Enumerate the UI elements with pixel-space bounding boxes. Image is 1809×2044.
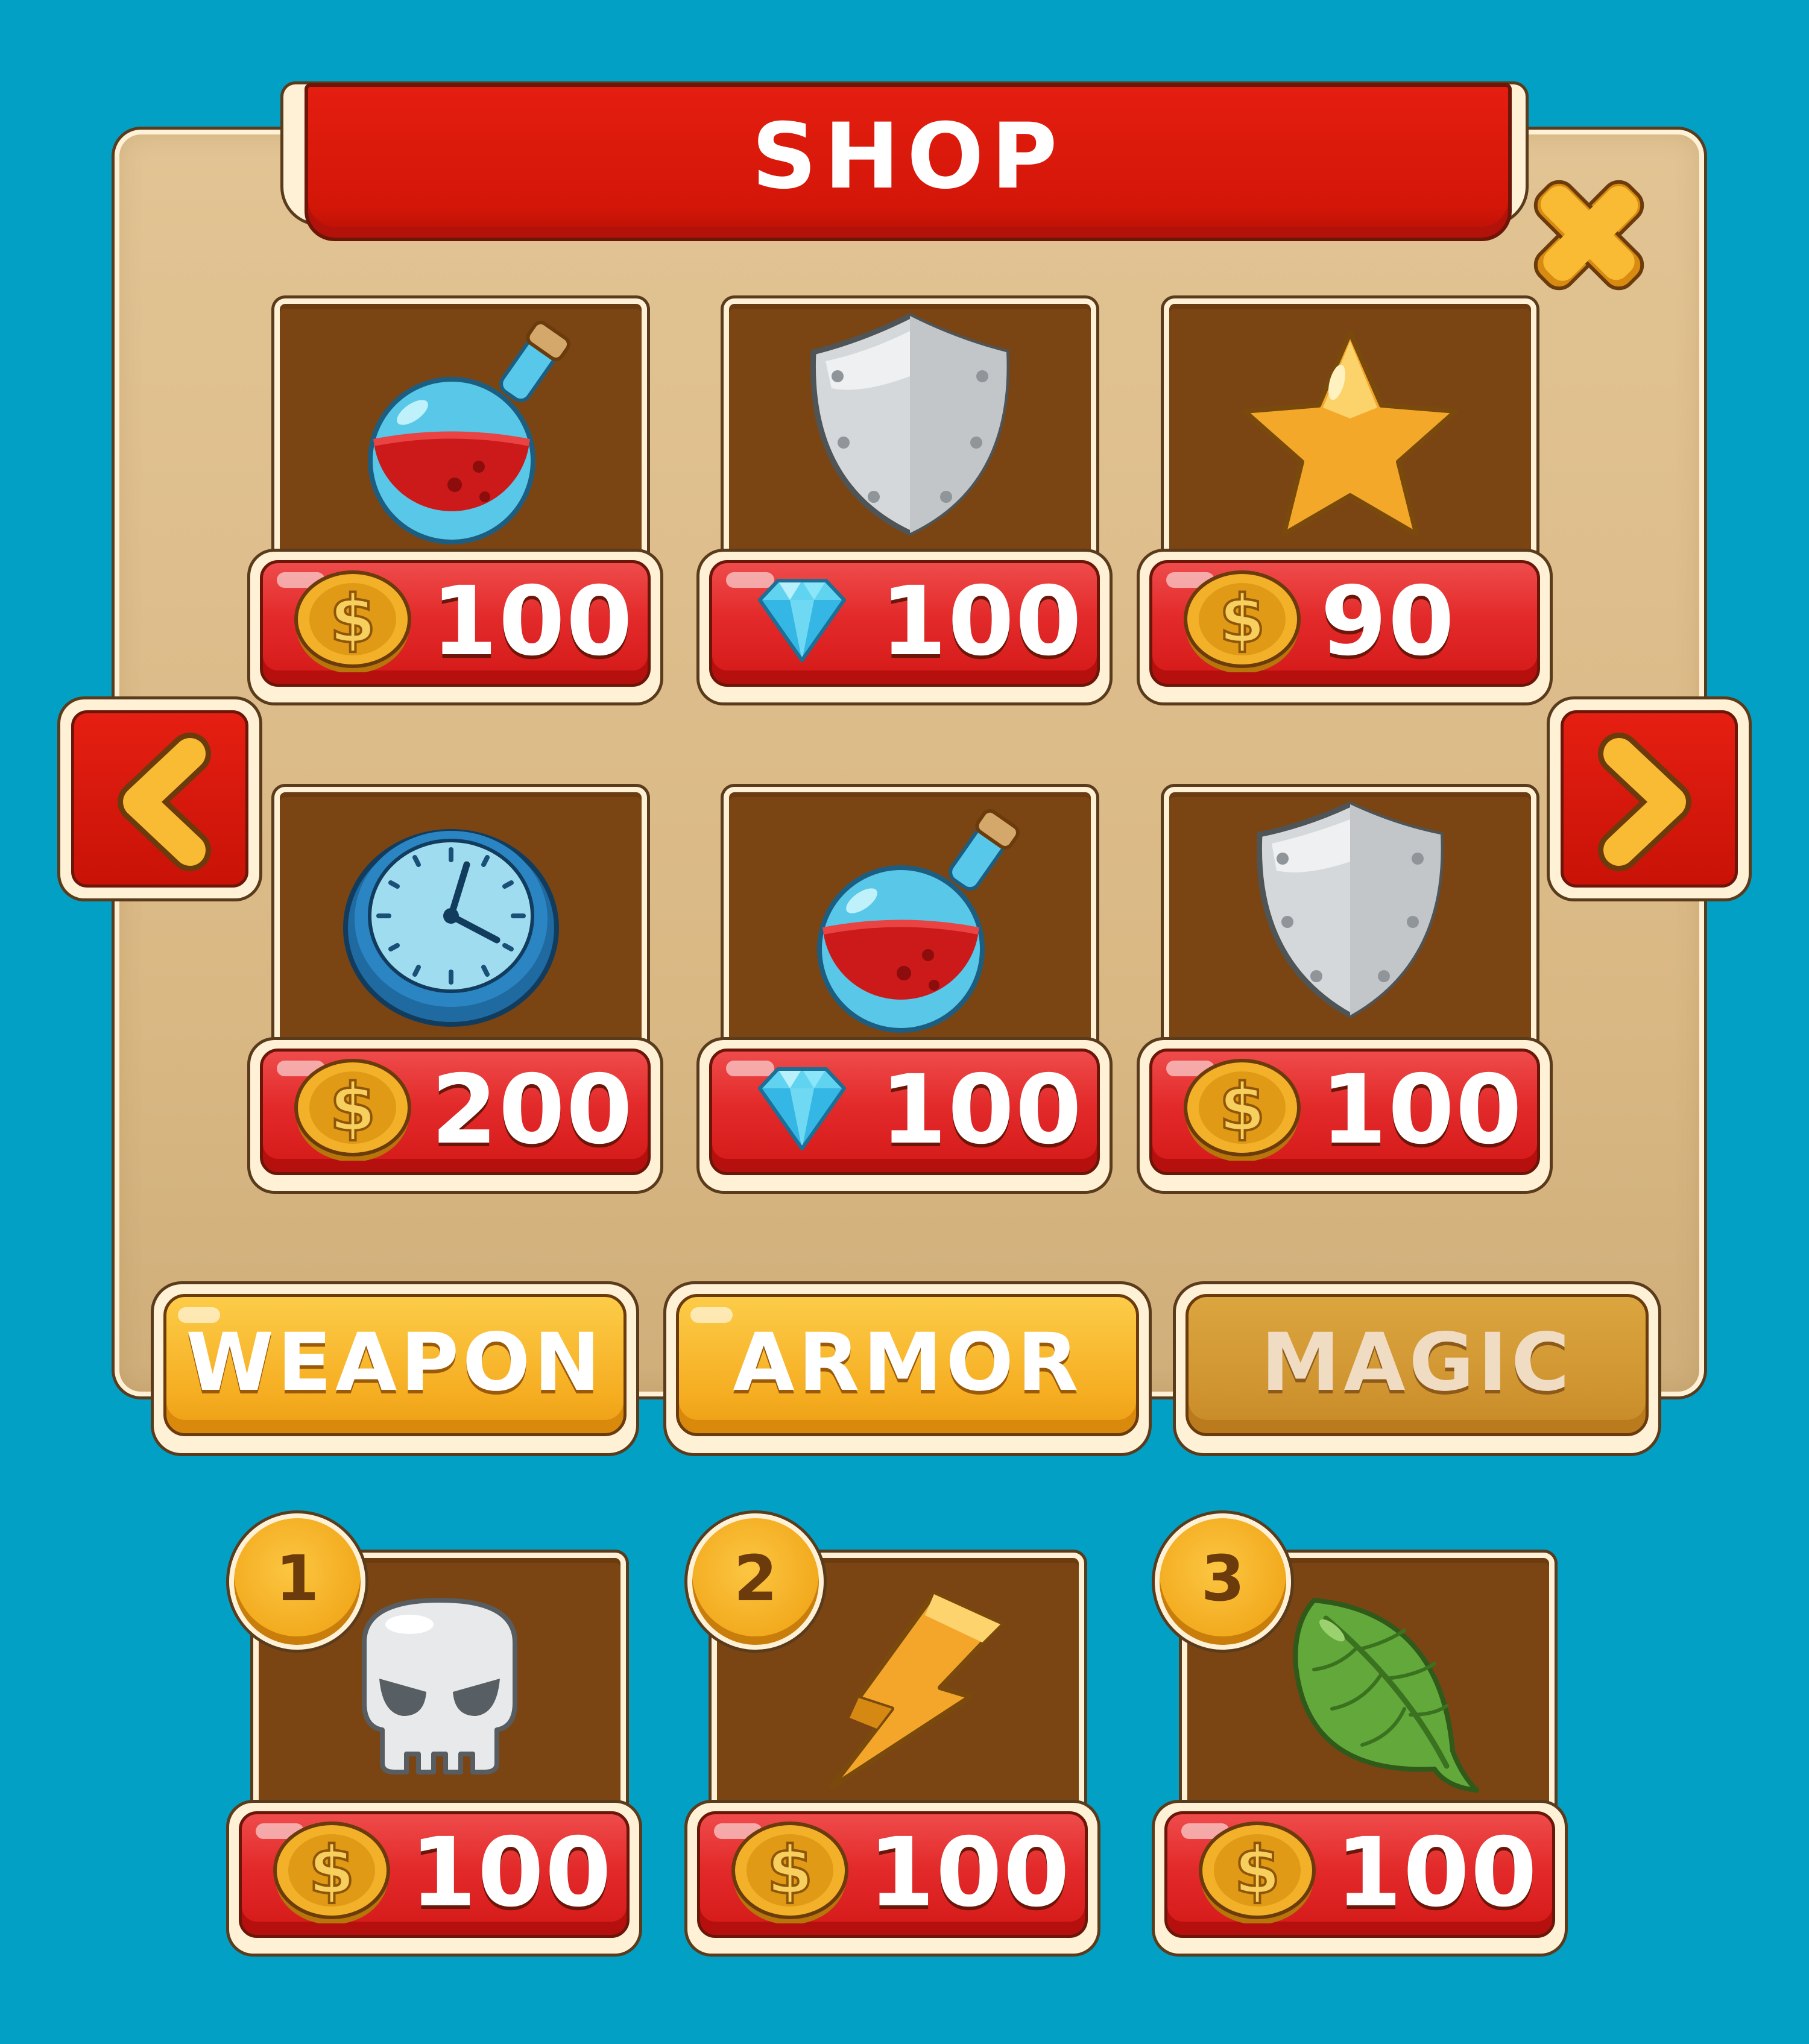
coin-icon [271, 1821, 392, 1923]
clock-icon [343, 829, 559, 1027]
price-label: 100 [431, 566, 634, 677]
slot-number-badge: 3 [1155, 1513, 1291, 1650]
coin-icon [1182, 1058, 1302, 1161]
next-page-button[interactable] [1550, 699, 1749, 898]
close-button[interactable] [1520, 166, 1658, 304]
price-label: 100 [410, 1817, 613, 1928]
price-label: 100 [868, 1817, 1071, 1928]
buy-button-leaf[interactable]: 100 [1155, 1803, 1565, 1954]
price-label: 200 [431, 1055, 634, 1166]
potion-icon [817, 809, 1020, 1033]
buy-button-clock[interactable]: 200 [250, 1040, 660, 1191]
slot-number-badge: 1 [229, 1513, 365, 1650]
price-label: 100 [1321, 1055, 1523, 1166]
buy-button-star[interactable]: 90 [1140, 552, 1550, 702]
coin-icon [1182, 570, 1302, 672]
price-label: 100 [1336, 1817, 1538, 1928]
shop-screen: SHOP 100 100 90 200 100 100 WEAPON ARMOR… [0, 0, 1809, 2044]
diamond-icon [742, 1058, 862, 1161]
coin-icon [730, 1821, 850, 1923]
tab-label: MAGIC [1261, 1316, 1573, 1409]
tab-weapon[interactable]: WEAPON [154, 1284, 636, 1453]
coin-icon [292, 570, 413, 672]
buy-button-skull[interactable]: 100 [229, 1803, 639, 1954]
buy-button-potion[interactable]: 100 [250, 552, 660, 702]
tab-label: ARMOR [733, 1316, 1082, 1409]
buy-button-shield[interactable]: 100 [1140, 1040, 1550, 1191]
buy-button-lightning[interactable]: 100 [687, 1803, 1097, 1954]
shield-icon [810, 312, 1010, 536]
diamond-icon [742, 570, 862, 672]
coin-icon [292, 1058, 413, 1161]
close-icon [1533, 180, 1644, 291]
prev-page-button[interactable] [60, 699, 259, 898]
chevron-left-icon [118, 733, 211, 871]
potion-icon [368, 320, 571, 544]
price-label: 90 [1321, 566, 1456, 677]
coin-icon [1197, 1821, 1318, 1923]
shield-icon [1256, 801, 1444, 1019]
buy-button-shield[interactable]: 100 [699, 552, 1110, 702]
price-label: 100 [880, 566, 1083, 677]
tab-magic[interactable]: MAGIC [1176, 1284, 1658, 1453]
buy-button-potion[interactable]: 100 [699, 1040, 1110, 1191]
slot-number-badge: 2 [687, 1513, 824, 1650]
star-icon [1242, 330, 1458, 537]
tab-label: WEAPON [186, 1316, 604, 1409]
chevron-right-icon [1598, 733, 1691, 871]
page-title: SHOP [751, 104, 1065, 209]
tab-armor[interactable]: ARMOR [666, 1284, 1149, 1453]
price-label: 100 [880, 1055, 1083, 1166]
